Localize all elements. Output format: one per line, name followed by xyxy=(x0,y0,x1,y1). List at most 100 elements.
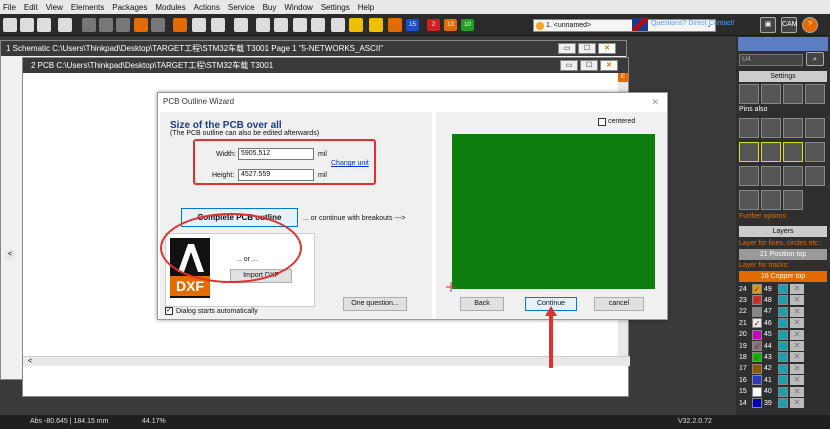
cam-icon[interactable]: CAM xyxy=(781,17,798,33)
layer-row[interactable]: 22 47 ⤫ xyxy=(739,306,804,317)
pins-also-label[interactable]: Pins also xyxy=(739,106,767,113)
wire-icon[interactable] xyxy=(274,18,288,32)
layer-checkbox[interactable]: ✓ xyxy=(752,329,762,340)
layer-row[interactable]: 17 42 ⤫ xyxy=(739,363,804,374)
line-tool-icon-4[interactable] xyxy=(805,166,825,186)
marker-icon[interactable] xyxy=(388,18,402,32)
redo-icon[interactable] xyxy=(151,18,165,32)
layer-checkbox[interactable]: ✓ xyxy=(752,352,762,363)
dialog-auto-checkbox[interactable]: ✓ xyxy=(165,307,173,315)
zoom-icon[interactable] xyxy=(211,18,225,32)
schematic-title-bar[interactable]: 1 Schematic C:\Users\Thinkpad\Desktop\TA… xyxy=(1,41,626,56)
close-icon[interactable]: ✕ xyxy=(651,93,659,111)
layer-swatch[interactable] xyxy=(778,363,788,374)
arc-icon-3[interactable] xyxy=(783,142,803,162)
layer-checkbox[interactable]: ✓ xyxy=(752,341,762,351)
badge-13[interactable]: 13 xyxy=(444,19,457,31)
close-button[interactable]: ✕ xyxy=(598,43,616,54)
badge-2[interactable]: 2 xyxy=(427,19,440,31)
layer-checkbox[interactable] xyxy=(752,363,762,374)
layer-checkbox[interactable] xyxy=(752,306,762,317)
layer-row[interactable]: 20 ✓ 45 ⤫ xyxy=(739,329,804,340)
project-icon[interactable] xyxy=(173,18,187,32)
menu-item-modules[interactable]: Modules xyxy=(155,3,185,12)
arc-icon-1[interactable] xyxy=(739,142,759,162)
route-icon[interactable] xyxy=(761,118,781,138)
layer-row[interactable]: 18 ✓ 43 ⤫ xyxy=(739,352,804,363)
zoom-fit-icon[interactable] xyxy=(234,18,248,32)
minimize-button[interactable]: ▭ xyxy=(558,43,576,54)
add-icon[interactable] xyxy=(739,118,759,138)
undo-icon[interactable] xyxy=(134,18,148,32)
layer-toggle-icon[interactable]: ⤫ xyxy=(790,329,804,340)
layers-icon[interactable] xyxy=(192,18,206,32)
layer-row[interactable]: 23 ✓ 48 ⤫ xyxy=(739,295,804,306)
layer-row[interactable]: 24 ✓ 49 ⤫ xyxy=(739,284,804,294)
scroll-left-arrow[interactable]: < xyxy=(28,358,32,365)
component-search[interactable]: U4 xyxy=(739,54,803,66)
component-icon[interactable] xyxy=(293,18,307,32)
menu-item-file[interactable]: File xyxy=(3,3,16,12)
pen-icon[interactable] xyxy=(369,18,383,32)
monitor-icon[interactable]: ▣ xyxy=(760,17,776,33)
paste-icon[interactable] xyxy=(116,18,130,32)
search-part-icon[interactable] xyxy=(311,18,325,32)
wave-icon-1[interactable] xyxy=(739,190,759,210)
menu-item-buy[interactable]: Buy xyxy=(263,3,277,12)
print-icon[interactable] xyxy=(58,18,72,32)
layer-select[interactable]: 21 Position top xyxy=(739,249,827,260)
layer-checkbox[interactable]: ✓ xyxy=(752,375,762,386)
layer-swatch[interactable] xyxy=(778,375,788,386)
layer-swatch[interactable] xyxy=(778,318,788,329)
layer-swatch[interactable] xyxy=(778,306,788,317)
layer-swatch[interactable] xyxy=(778,386,788,397)
badge-15[interactable]: 15 xyxy=(406,19,419,31)
layer-swatch[interactable] xyxy=(778,284,788,294)
layer-toggle-icon[interactable]: ⤫ xyxy=(790,363,804,374)
line-tool-icon-2[interactable] xyxy=(761,166,781,186)
info-icon[interactable] xyxy=(805,118,825,138)
menu-item-actions[interactable]: Actions xyxy=(194,3,220,12)
layer-toggle-icon[interactable]: ⤫ xyxy=(790,398,804,408)
layer-toggle-icon[interactable]: ⤫ xyxy=(790,284,804,294)
maximize-button[interactable]: ☐ xyxy=(580,60,598,71)
badge-10[interactable]: 10 xyxy=(461,19,474,31)
layer-row[interactable]: 14 39 ⤫ xyxy=(739,398,804,408)
pattern-icon[interactable] xyxy=(783,118,803,138)
open-icon[interactable] xyxy=(20,18,34,32)
flag-icon[interactable] xyxy=(632,18,648,31)
menu-item-help[interactable]: Help xyxy=(358,3,374,12)
questions-link[interactable]: Questions? Direct Contact! xyxy=(651,20,735,27)
grid-icon[interactable] xyxy=(331,18,345,32)
tool-icon-3[interactable] xyxy=(783,84,803,104)
layer-toggle-icon[interactable]: ⤫ xyxy=(790,375,804,386)
tool-icon-4[interactable] xyxy=(805,84,825,104)
centered-checkbox[interactable] xyxy=(598,118,606,126)
layer-row[interactable]: 15 40 ⤫ xyxy=(739,386,804,397)
find-icon[interactable]: ⌕ xyxy=(806,52,824,66)
save-icon[interactable] xyxy=(37,18,51,32)
one-question-button[interactable]: One question... xyxy=(343,297,407,311)
line-tool-icon-1[interactable] xyxy=(739,166,759,186)
maximize-button[interactable]: ☐ xyxy=(578,43,596,54)
layer-row[interactable]: 21 ✓ 46 ⤫ xyxy=(739,318,804,329)
menu-item-window[interactable]: Window xyxy=(284,3,312,12)
layer-swatch[interactable] xyxy=(778,341,788,351)
layer-row[interactable]: 19 ✓ 44 ⤫ xyxy=(739,341,804,351)
close-button[interactable]: ✕ xyxy=(600,60,618,71)
tool-icon-2[interactable] xyxy=(761,84,781,104)
menu-item-view[interactable]: View xyxy=(46,3,63,12)
arc-icon-2[interactable] xyxy=(761,142,781,162)
back-button[interactable]: Back xyxy=(460,297,504,311)
minimize-button[interactable]: ▭ xyxy=(560,60,578,71)
layer-checkbox[interactable] xyxy=(752,386,762,397)
menu-item-edit[interactable]: Edit xyxy=(24,3,38,12)
menu-item-packages[interactable]: Packages xyxy=(112,3,147,12)
settings-bar[interactable]: Settings xyxy=(739,71,827,82)
layers-bar[interactable]: Layers xyxy=(739,226,827,237)
arc-icon-4[interactable] xyxy=(805,142,825,162)
left-arrow-icon[interactable]: < xyxy=(5,250,15,260)
layer-swatch[interactable] xyxy=(778,329,788,340)
menu-item-settings[interactable]: Settings xyxy=(321,3,350,12)
line-tool-icon-3[interactable] xyxy=(783,166,803,186)
